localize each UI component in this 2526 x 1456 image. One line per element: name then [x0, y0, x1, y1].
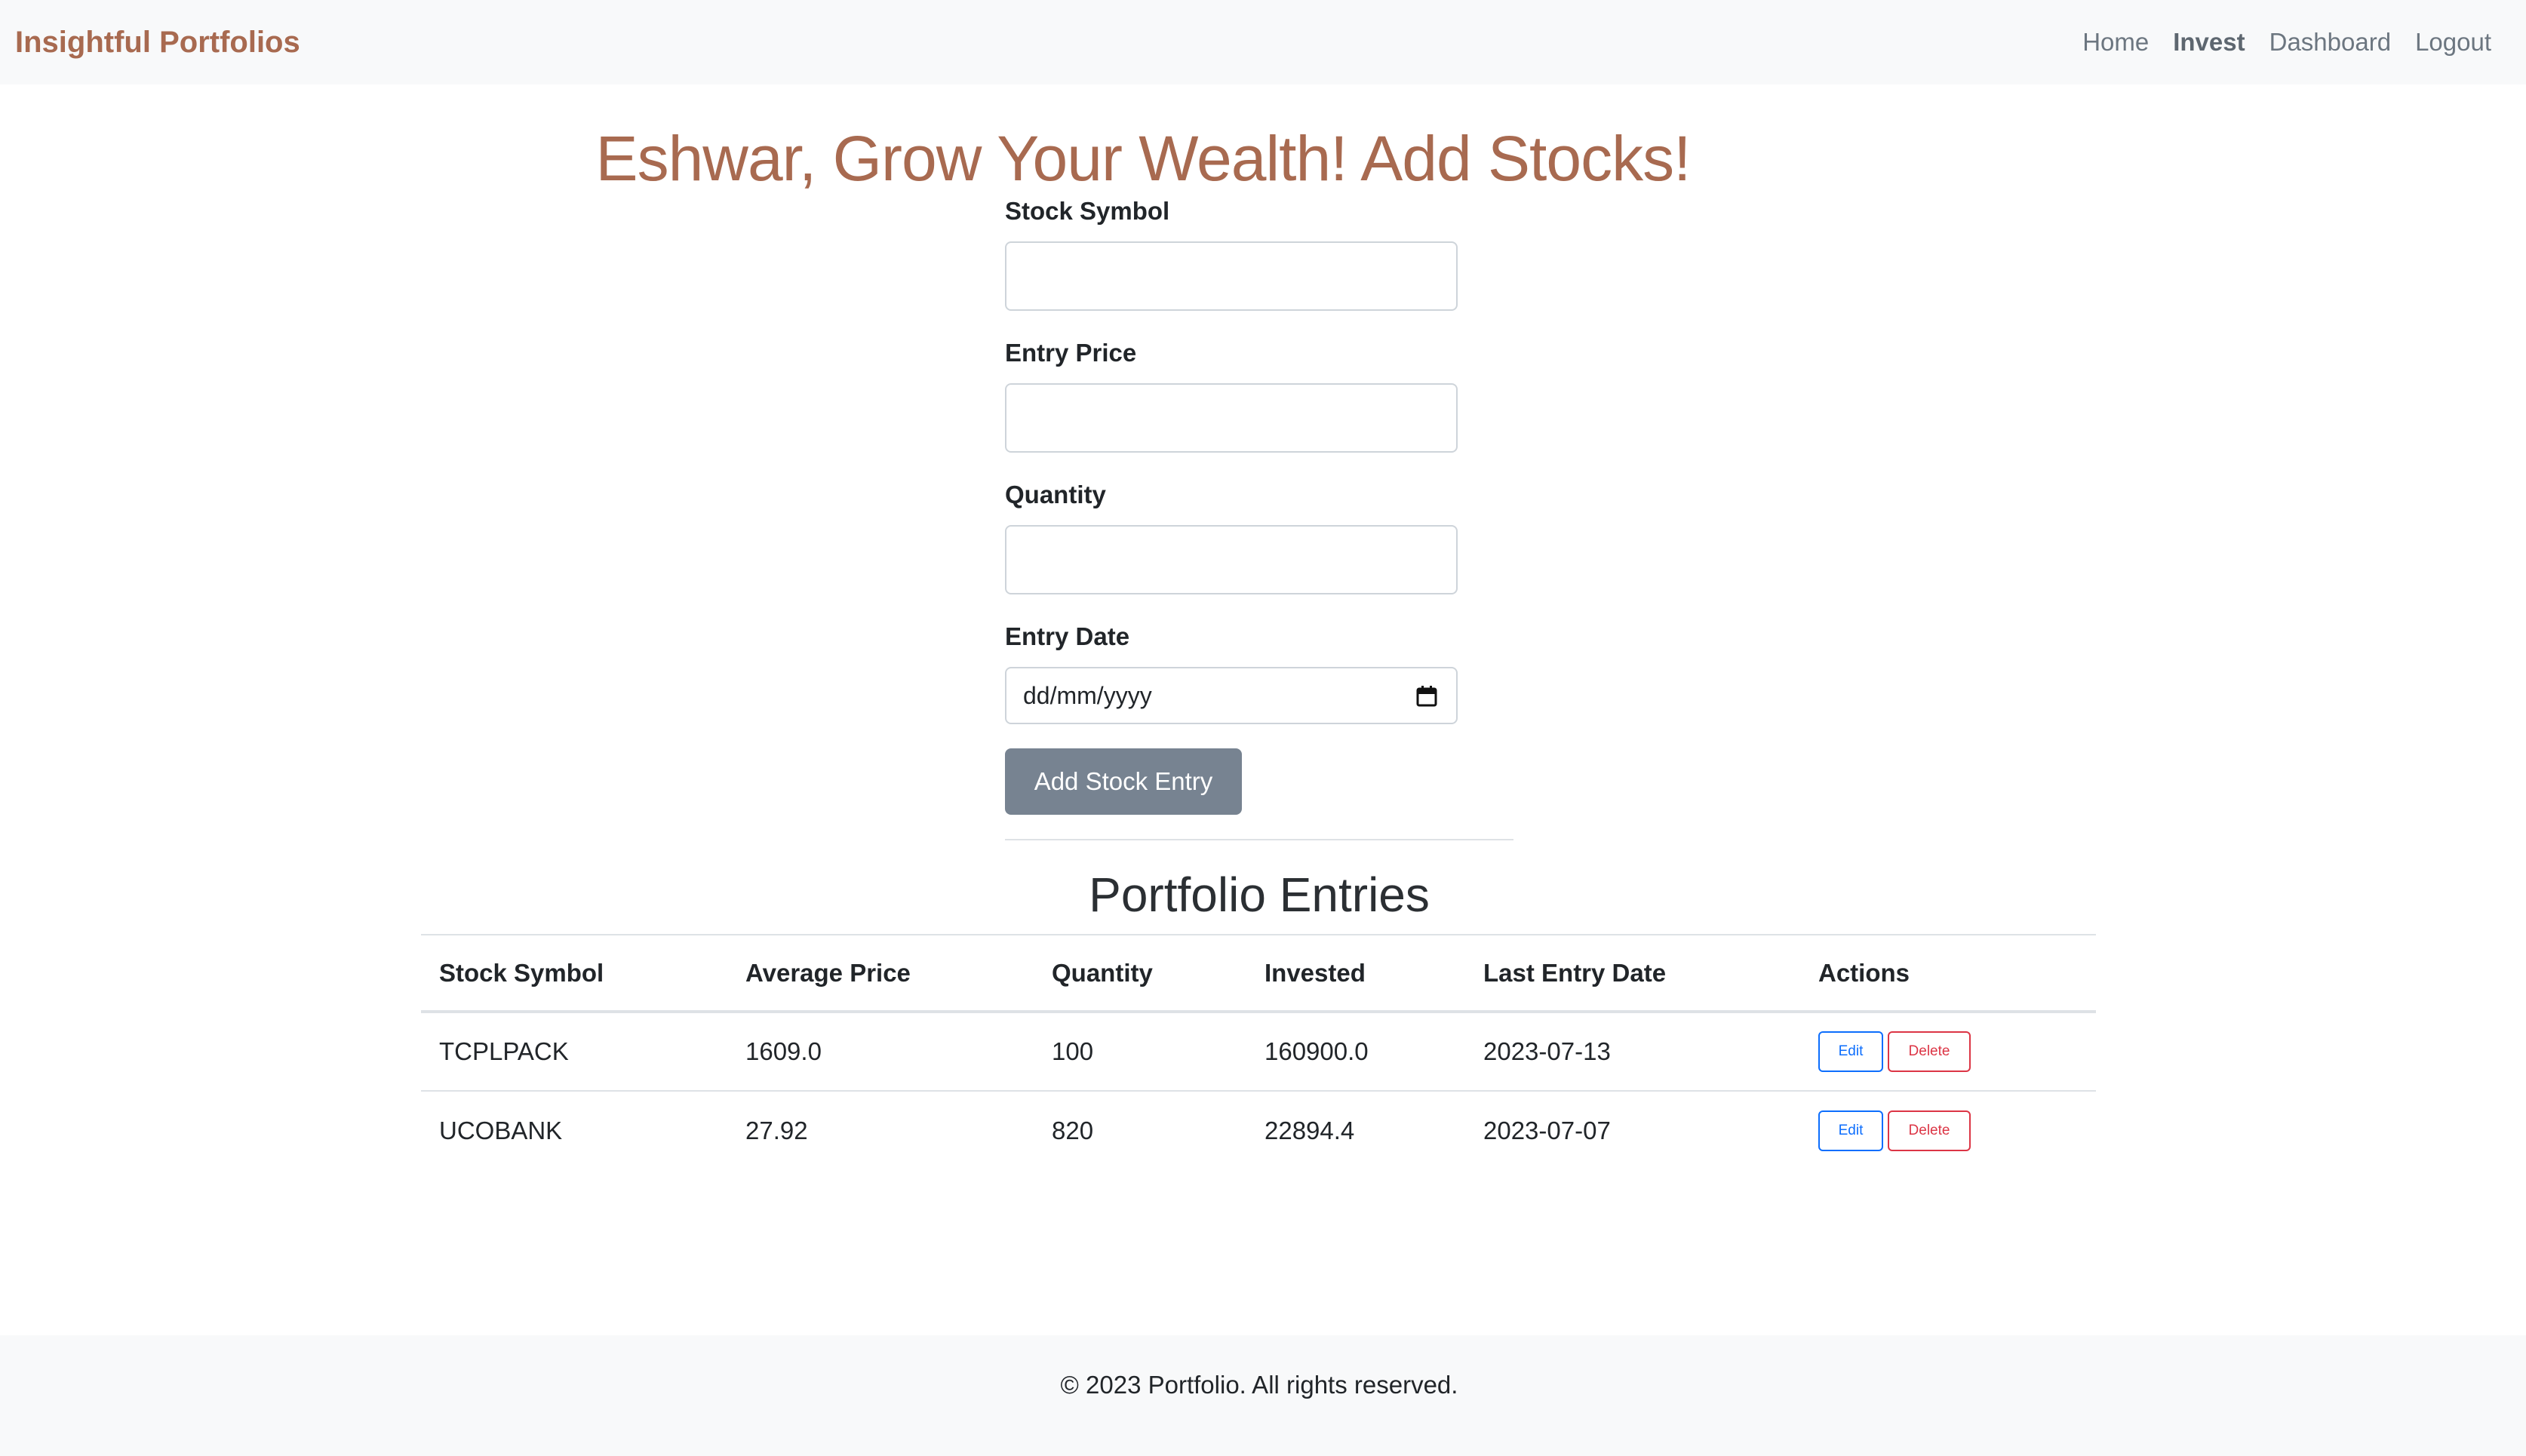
entry-date-input[interactable]: dd/mm/yyyy [1005, 667, 1458, 724]
column-header-last-entry-date: Last Entry Date [1483, 958, 1667, 987]
column-header-stock-symbol: Stock Symbol [439, 958, 604, 987]
table-header: Stock Symbol Average Price Quantity Inve… [421, 935, 2096, 1012]
edit-button[interactable]: Edit [1818, 1110, 1883, 1151]
nav-link-dashboard[interactable]: Dashboard [2269, 26, 2391, 59]
cell-stock-symbol: UCOBANK [439, 1117, 563, 1144]
navbar: Insightful Portfolios Home Invest Dashbo… [0, 0, 2526, 84]
column-header-invested: Invested [1265, 958, 1366, 987]
delete-button[interactable]: Delete [1888, 1110, 1971, 1151]
cell-stock-symbol: TCPLPACK [439, 1037, 569, 1065]
entry-price-label: Entry Price [1005, 339, 1137, 367]
nav-link-home[interactable]: Home [2082, 26, 2149, 59]
delete-button[interactable]: Delete [1888, 1031, 1971, 1072]
entry-date-placeholder: dd/mm/yyyy [1023, 682, 1152, 709]
cell-last-entry-date: 2023-07-07 [1483, 1117, 1611, 1144]
table-row: TCPLPACK 1609.0 100 160900.0 2023-07-13 … [421, 1012, 2096, 1091]
nav-link-invest[interactable]: Invest [2173, 26, 2245, 59]
entry-date-label: Entry Date [1005, 622, 1130, 650]
table-row: UCOBANK 27.92 820 22894.4 2023-07-07 Edi… [421, 1091, 2096, 1170]
add-stock-entry-button[interactable]: Add Stock Entry [1005, 748, 1242, 815]
quantity-label: Quantity [1005, 481, 1106, 508]
cell-average-price: 27.92 [745, 1117, 808, 1144]
cell-last-entry-date: 2023-07-13 [1483, 1037, 1611, 1065]
page-title: Eshwar, Grow Your Wealth! Add Stocks! [595, 123, 1692, 194]
nav-link-logout[interactable]: Logout [2415, 26, 2491, 59]
column-header-average-price: Average Price [745, 958, 911, 987]
cell-quantity: 100 [1052, 1037, 1094, 1065]
divider [1005, 839, 1513, 840]
brand-logo[interactable]: Insightful Portfolios [15, 23, 300, 62]
portfolio-entries-title: Portfolio Entries [1089, 868, 1430, 922]
table-header-row: Stock Symbol Average Price Quantity Inve… [421, 935, 2096, 1012]
entry-price-input[interactable] [1005, 383, 1458, 453]
edit-button[interactable]: Edit [1818, 1031, 1883, 1072]
stock-symbol-label: Stock Symbol [1005, 197, 1170, 225]
column-header-actions: Actions [1818, 958, 1910, 987]
cell-invested: 22894.4 [1265, 1117, 1355, 1144]
portfolio-table: Stock Symbol Average Price Quantity Inve… [421, 934, 2096, 1170]
footer: © 2023 Portfolio. All rights reserved. [0, 1335, 2526, 1456]
cell-average-price: 1609.0 [745, 1037, 822, 1065]
stock-symbol-input[interactable] [1005, 241, 1458, 311]
cell-invested: 160900.0 [1265, 1037, 1369, 1065]
quantity-input[interactable] [1005, 525, 1458, 594]
cell-actions: Edit Delete [1800, 1012, 2096, 1091]
column-header-quantity: Quantity [1052, 958, 1153, 987]
table-body: TCPLPACK 1609.0 100 160900.0 2023-07-13 … [421, 1012, 2096, 1170]
cell-actions: Edit Delete [1800, 1091, 2096, 1170]
calendar-icon[interactable] [1415, 685, 1438, 708]
cell-quantity: 820 [1052, 1117, 1094, 1144]
footer-copyright: © 2023 Portfolio. All rights reserved. [1060, 1371, 1458, 1399]
nav-links: Home Invest Dashboard Logout [2082, 26, 2491, 59]
